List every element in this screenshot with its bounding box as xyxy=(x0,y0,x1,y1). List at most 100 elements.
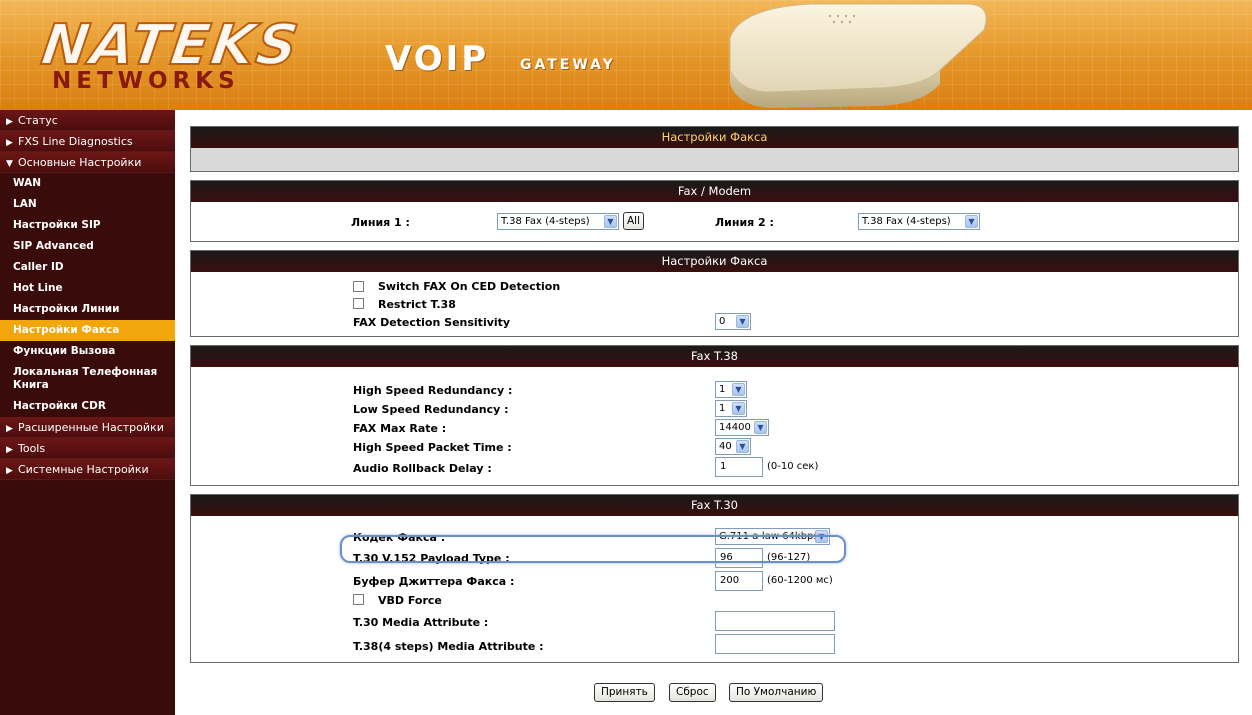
line2-select[interactable]: T.38 Fax (4-steps) ▼ xyxy=(858,213,980,230)
fax-modem-panel: Fax / Modem Линия 1 : T.38 Fax (4-steps)… xyxy=(190,180,1239,242)
t38-4steps-media-attribute-label: T.38(4 steps) Media Attribute : xyxy=(353,640,544,653)
sidebar-item-basic-settings[interactable]: ▼ Основные Настройки xyxy=(0,152,175,173)
page-title-panel: Настройки Факса xyxy=(190,126,1239,172)
logo-networks: NETWORKS xyxy=(52,68,240,94)
reset-button[interactable]: Сброс xyxy=(669,683,716,702)
triangle-right-icon: ▶ xyxy=(6,424,13,434)
sidebar-subitem-cdr-settings[interactable]: Настройки CDR xyxy=(0,396,175,417)
sidebar-subitem-hot-line[interactable]: Hot Line xyxy=(0,278,175,299)
sidebar-item-tools[interactable]: ▶ Tools xyxy=(0,438,175,459)
gateway-device-image xyxy=(729,3,987,108)
t30-media-attribute-label: T.30 Media Attribute : xyxy=(353,616,489,629)
sidebar-item-advanced-settings[interactable]: ▶ Расширенные Настройки xyxy=(0,417,175,438)
audio-rollback-delay-label: Audio Rollback Delay : xyxy=(353,462,492,475)
sidebar-item-label: Расширенные Настройки xyxy=(18,421,164,434)
line2-select-value: T.38 Fax (4-steps) xyxy=(862,216,951,227)
vbd-force-label: VBD Force xyxy=(378,594,442,607)
sidebar-nav: ▶ Статус ▶ FXS Line Diagnostics ▼ Основные … xyxy=(0,110,175,715)
audio-rollback-delay-input[interactable]: 1 xyxy=(715,457,763,477)
fax-modem-body: Линия 1 : T.38 Fax (4-steps) ▼ All Линия … xyxy=(191,202,1238,241)
sidebar-item-label: Системные Настройки xyxy=(18,463,149,476)
line1-select-value: T.38 Fax (4-steps) xyxy=(501,216,590,227)
chevron-down-icon: ▼ xyxy=(754,421,767,434)
fax-t30-panel: Fax T.30 Кодек Факса : G.711 a-law 64kbp… xyxy=(190,494,1239,663)
sidebar-item-status[interactable]: ▶ Статус xyxy=(0,110,175,131)
t30-media-attribute-input[interactable] xyxy=(715,611,835,631)
triangle-right-icon: ▶ xyxy=(6,138,13,148)
high-speed-packet-time-value: 40 xyxy=(719,441,732,452)
high-speed-redundancy-value: 1 xyxy=(719,384,726,395)
sidebar-subitem-call-features[interactable]: Функции Вызова xyxy=(0,341,175,362)
sidebar-subitem-line-settings[interactable]: Настройки Линии xyxy=(0,299,175,320)
fax-t38-heading: Fax T.38 xyxy=(191,346,1238,367)
t38-4steps-media-attribute-input[interactable] xyxy=(715,634,835,654)
product-name-gateway: GATEWAY xyxy=(520,57,616,73)
fax-max-rate-value: 14400 xyxy=(719,422,751,433)
sidebar-subitem-sip-settings[interactable]: Настройки SIP xyxy=(0,215,175,236)
fax-settings-body: Switch FAX On CED Detection Restrict T.3… xyxy=(191,272,1238,336)
chevron-down-icon: ▼ xyxy=(732,383,745,396)
logo-nateks: NATEKS xyxy=(37,12,305,79)
chevron-down-icon: ▼ xyxy=(736,440,749,453)
apply-button[interactable]: Принять xyxy=(594,683,655,702)
restrict-t38-label: Restrict T.38 xyxy=(378,298,456,311)
fax-max-rate-label: FAX Max Rate : xyxy=(353,422,447,435)
fax-settings-panel: Настройки Факса Switch FAX On CED Detect… xyxy=(190,250,1239,337)
line2-label: Линия 2 : xyxy=(715,216,774,229)
sidebar-item-system-settings[interactable]: ▶ Системные Настройки xyxy=(0,459,175,480)
low-speed-redundancy-label: Low Speed Redundancy : xyxy=(353,403,509,416)
triangle-right-icon: ▶ xyxy=(6,466,13,476)
low-speed-redundancy-select[interactable]: 1 ▼ xyxy=(715,400,747,417)
default-button[interactable]: По Умолчанию xyxy=(729,683,824,702)
fax-detection-sensitivity-select[interactable]: 0 ▼ xyxy=(715,313,751,330)
fax-jitter-buffer-input[interactable]: 200 xyxy=(715,571,763,591)
vbd-force-checkbox[interactable] xyxy=(353,594,364,605)
page-title-subbar xyxy=(191,148,1238,171)
chevron-down-icon: ▼ xyxy=(736,315,749,328)
fax-jitter-buffer-hint: (60-1200 мс) xyxy=(767,575,833,586)
switch-fax-ced-checkbox[interactable] xyxy=(353,281,364,292)
sidebar-subitem-sip-advanced[interactable]: SIP Advanced xyxy=(0,236,175,257)
page-title: Настройки Факса xyxy=(191,127,1238,148)
fax-jitter-buffer-label: Буфер Джиттера Факса : xyxy=(353,575,515,588)
fax-modem-heading: Fax / Modem xyxy=(191,181,1238,202)
header-banner: NATEKS NETWORKS VOIP GATEWAY xyxy=(0,0,1252,110)
line1-label: Линия 1 : xyxy=(351,216,410,229)
triangle-down-icon: ▼ xyxy=(6,159,13,169)
sidebar-item-fxs-line-diagnostics[interactable]: ▶ FXS Line Diagnostics xyxy=(0,131,175,152)
high-speed-packet-time-label: High Speed Packet Time : xyxy=(353,441,512,454)
fax-detection-sensitivity-label: FAX Detection Sensitivity xyxy=(353,316,511,329)
fax-settings-heading: Настройки Факса xyxy=(191,251,1238,272)
line1-select[interactable]: T.38 Fax (4-steps) ▼ xyxy=(497,213,619,230)
sidebar-subitem-fax-settings[interactable]: Настройки Факса xyxy=(0,320,175,341)
fax-t38-body: High Speed Redundancy : 1 ▼ Low Speed Red… xyxy=(191,367,1238,485)
codec-highlight-ring xyxy=(340,535,846,563)
all-button[interactable]: All xyxy=(623,212,645,230)
high-speed-redundancy-label: High Speed Redundancy : xyxy=(353,384,513,397)
sidebar-subitem-lan[interactable]: LAN xyxy=(0,194,175,215)
chevron-down-icon: ▼ xyxy=(732,402,745,415)
main-content: Настройки Факса Fax / Modem Линия 1 : T.… xyxy=(190,126,1239,671)
fax-t30-heading: Fax T.30 xyxy=(191,495,1238,516)
high-speed-redundancy-select[interactable]: 1 ▼ xyxy=(715,381,747,398)
fax-t38-panel: Fax T.38 High Speed Redundancy : 1 ▼ Low … xyxy=(190,345,1239,486)
fax-max-rate-select[interactable]: 14400 ▼ xyxy=(715,419,769,436)
fax-detection-sensitivity-value: 0 xyxy=(719,316,726,327)
sidebar-item-label: FXS Line Diagnostics xyxy=(18,135,133,148)
audio-rollback-delay-hint: (0-10 сек) xyxy=(767,461,819,472)
switch-fax-ced-label: Switch FAX On CED Detection xyxy=(378,280,561,293)
chevron-down-icon: ▼ xyxy=(604,215,617,228)
sidebar-item-label: Статус xyxy=(18,114,58,127)
triangle-right-icon: ▶ xyxy=(6,117,13,127)
sidebar-subitem-caller-id[interactable]: Caller ID xyxy=(0,257,175,278)
sidebar-subitem-phonebook[interactable]: Локальная Телефонная Книга xyxy=(0,362,175,396)
sidebar-item-label: Tools xyxy=(18,442,46,455)
low-speed-redundancy-value: 1 xyxy=(719,403,726,414)
chevron-down-icon: ▼ xyxy=(965,215,978,228)
product-name-voip: VOIP xyxy=(385,39,490,79)
triangle-right-icon: ▶ xyxy=(6,445,13,455)
high-speed-packet-time-select[interactable]: 40 ▼ xyxy=(715,438,751,455)
sidebar-item-label: Основные Настройки xyxy=(18,156,142,169)
sidebar-subitem-wan[interactable]: WAN xyxy=(0,173,175,194)
restrict-t38-checkbox[interactable] xyxy=(353,298,364,309)
